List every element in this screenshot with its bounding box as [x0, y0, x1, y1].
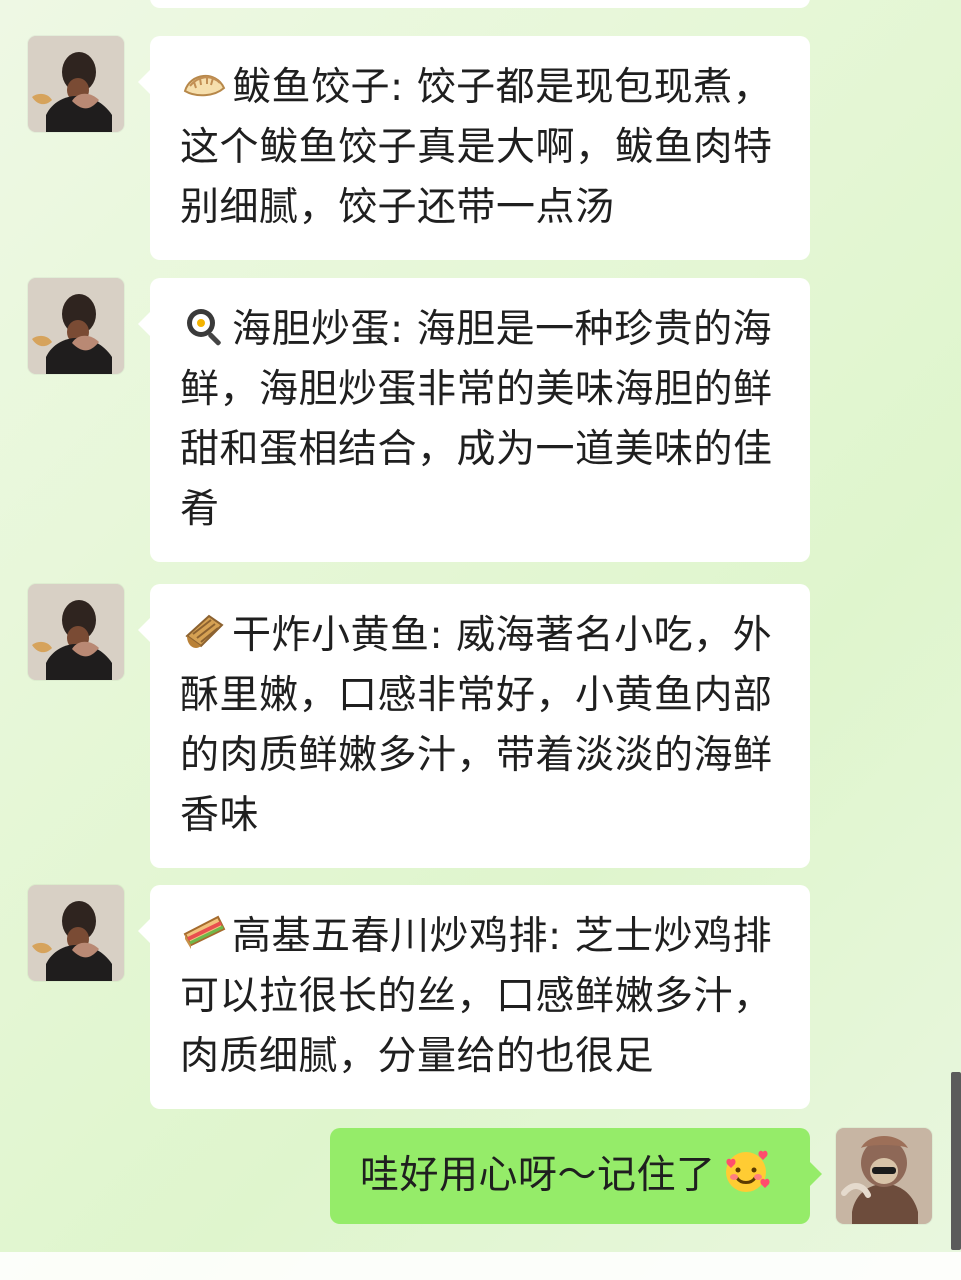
- dish-title: 鲅鱼饺子: [232, 65, 391, 110]
- contact-avatar[interactable]: [28, 36, 124, 132]
- avatar-image: [836, 1128, 932, 1224]
- smiling-face-with-hearts-icon: [720, 1146, 772, 1198]
- reply-bubble[interactable]: 哇好用心呀～记住了: [330, 1128, 822, 1224]
- reply-text: 哇好用心呀～记住了: [360, 1153, 716, 1198]
- self-avatar[interactable]: [836, 1128, 932, 1224]
- dish-title: 干炸小黄鱼: [232, 613, 430, 658]
- message-bubble[interactable]: 海胆炒蛋: 海胆是一种珍贵的海鲜，海胆炒蛋非常的美味海胆的鲜甜和蛋相结合，成为一…: [138, 278, 810, 562]
- contact-avatar[interactable]: [28, 278, 124, 374]
- title-separator: :: [390, 65, 404, 110]
- message-bubble[interactable]: 高基五春川炒鸡排: 芝士炒鸡排可以拉很长的丝，口感鲜嫩多汁，肉质细腻，分量给的也…: [138, 885, 810, 1109]
- dish-title: 高基五春川炒鸡排: [232, 914, 549, 959]
- frying-pan-egg-icon: [180, 302, 228, 350]
- dumpling-icon: [180, 60, 228, 108]
- contact-avatar[interactable]: [28, 584, 124, 680]
- avatar-image: [28, 278, 124, 374]
- message-bubble[interactable]: 鲅鱼饺子: 饺子都是现包现煮，这个鲅鱼饺子真是大啊，鲅鱼肉特别细腻，饺子还带一点…: [138, 36, 810, 260]
- avatar-image: [28, 885, 124, 981]
- dish-title: 海胆炒蛋: [232, 307, 391, 352]
- bottom-input-edge: [0, 1252, 961, 1280]
- previous-message-bubble[interactable]: [150, 0, 810, 8]
- avatar-image: [28, 584, 124, 680]
- chat-view: 鲅鱼饺子: 饺子都是现包现煮，这个鲅鱼饺子真是大啊，鲅鱼肉特别细腻，饺子还带一点…: [0, 0, 961, 1280]
- sandwich-icon: [180, 909, 228, 957]
- title-separator: :: [390, 307, 404, 352]
- rolled-fish-icon: [180, 608, 228, 656]
- title-separator: :: [429, 613, 444, 658]
- message-bubble[interactable]: 干炸小黄鱼: 威海著名小吃，外酥里嫩，口感非常好，小黄鱼内部的肉质鲜嫩多汁，带着…: [138, 584, 810, 868]
- title-separator: :: [548, 914, 562, 959]
- contact-avatar[interactable]: [28, 885, 124, 981]
- scrollbar[interactable]: [951, 1072, 961, 1250]
- avatar-image: [28, 36, 124, 132]
